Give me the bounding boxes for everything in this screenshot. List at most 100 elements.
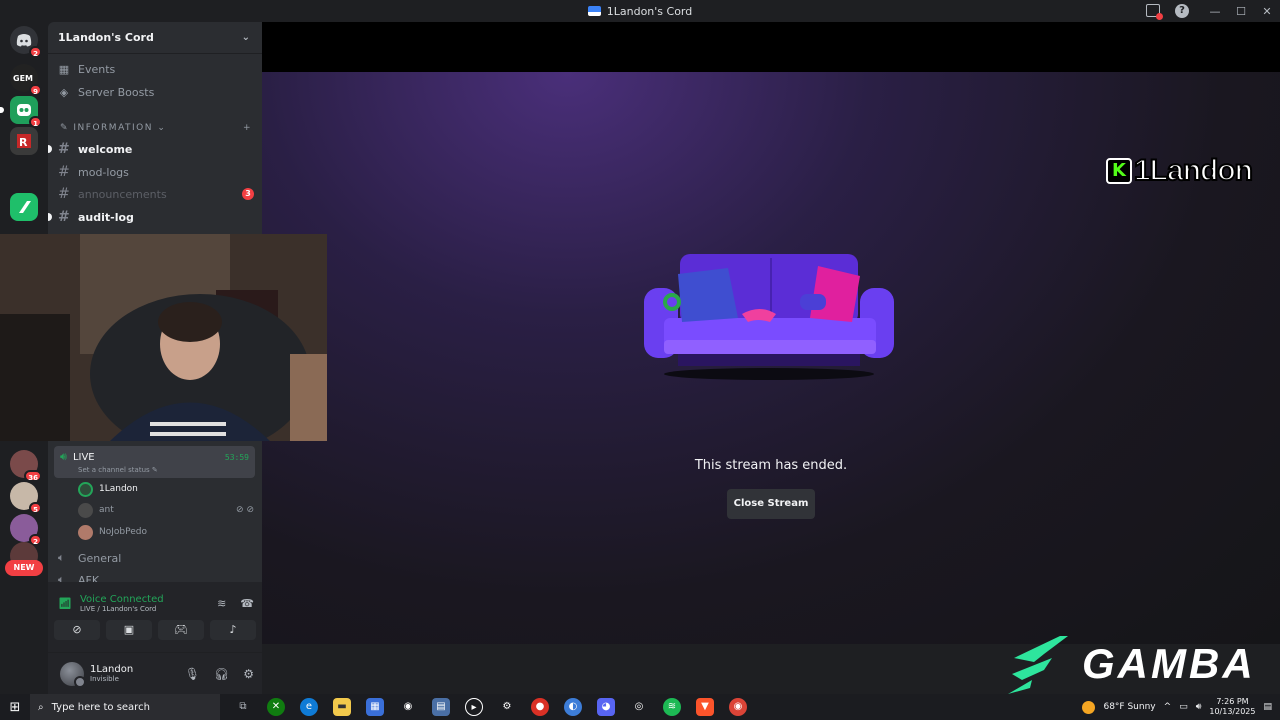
server-boosts-item[interactable]: ◈ Server Boosts xyxy=(58,86,155,99)
camera-off-icon: ⊘ xyxy=(72,623,82,636)
app-blue-icon[interactable]: ◐ xyxy=(564,698,582,716)
server-icon-bot[interactable]: 1 xyxy=(0,96,42,128)
new-badge[interactable]: NEW xyxy=(5,560,43,576)
streamer-overlay-name: 1Landon xyxy=(1133,153,1254,188)
channel-label: AFK xyxy=(78,573,100,583)
server-icon-red[interactable]: R xyxy=(10,127,38,155)
brave-icon[interactable]: ▼ xyxy=(696,698,714,716)
server-icon-user-3[interactable]: 2 xyxy=(10,514,42,546)
channel-mod-logs[interactable]: # mod-logs xyxy=(58,162,254,182)
steam-icon[interactable]: ◉ xyxy=(399,698,417,716)
minimize-icon[interactable]: — xyxy=(1202,5,1228,18)
chevron-down-icon: ⌄ xyxy=(241,32,250,43)
task-view-icon[interactable]: ⧉ xyxy=(234,698,252,716)
voice-user[interactable]: NoJobPedo xyxy=(78,523,254,541)
settings-icon[interactable]: ⚙ xyxy=(498,698,516,716)
svg-text:GEM: GEM xyxy=(13,74,33,83)
close-window-icon[interactable]: ✕ xyxy=(1254,5,1280,18)
notifications-icon[interactable]: ▤ xyxy=(1263,702,1272,712)
maximize-icon[interactable]: ☐ xyxy=(1228,5,1254,18)
voice-connected-row: 📶︎ Voice Connected LIVE / 1Landon's Cord… xyxy=(58,588,254,618)
voice-channel-afk[interactable]: 🔈︎ AFK xyxy=(58,570,254,582)
disconnect-icon[interactable]: ☎︎ xyxy=(240,597,254,610)
app-red-icon[interactable]: ● xyxy=(531,698,549,716)
voice-channel-live[interactable]: 🔊︎ LIVE 53:59 Set a channel status ✎ xyxy=(54,446,255,478)
speaker-icon: 🔊︎ xyxy=(60,450,67,463)
server-icon-gem[interactable]: GEM 9 xyxy=(10,64,42,96)
soundboard-button[interactable]: ♪ xyxy=(210,620,256,640)
chrome-icon[interactable]: ◉ xyxy=(729,698,747,716)
stream-ended-stage: K 1Landon This stream has ended. Close S… xyxy=(262,72,1280,694)
clock-date: 10/13/2025 xyxy=(1209,707,1256,716)
username[interactable]: 1Landon xyxy=(90,664,133,675)
screen-share-button[interactable]: ▣ xyxy=(106,620,152,640)
channel-welcome[interactable]: # welcome xyxy=(58,139,254,159)
channel-audit-log[interactable]: # audit-log xyxy=(58,207,254,227)
headphones-icon[interactable]: 🎧︎ xyxy=(214,667,229,681)
calendar-icon: ▦ xyxy=(58,63,70,76)
voice-user[interactable]: 1Landon xyxy=(78,480,254,498)
muted-deafened-icon: ⊘ ⊘ xyxy=(236,505,254,515)
voice-channel-label: LIVE xyxy=(72,451,95,463)
window-title-text: 1Landon's Cord xyxy=(606,4,693,18)
channel-label: welcome xyxy=(78,142,133,156)
network-icon[interactable]: ▭ xyxy=(1179,702,1188,712)
server-icon-gamba[interactable] xyxy=(10,193,38,221)
signal-icon[interactable]: 📶︎ xyxy=(58,597,72,610)
microphone-icon[interactable]: 🎙︎ xyxy=(185,667,200,681)
channel-announcements[interactable]: # announcements 3 xyxy=(58,184,254,204)
search-icon: ⌕ xyxy=(38,701,44,713)
notification-badge: 2 xyxy=(29,46,42,58)
windows-start-icon[interactable]: ⊞ xyxy=(0,700,30,715)
stream-ended-message: This stream has ended. xyxy=(694,458,848,473)
avatar[interactable] xyxy=(60,661,86,688)
xbox-icon[interactable]: ✕ xyxy=(267,698,285,716)
weather-text[interactable]: 68°F Sunny xyxy=(1103,702,1155,712)
edge-icon[interactable]: e xyxy=(300,698,318,716)
spotify-icon[interactable]: ≋ xyxy=(663,698,681,716)
close-stream-button[interactable]: Close Stream xyxy=(727,489,815,519)
channel-status-placeholder[interactable]: Set a channel status xyxy=(78,466,150,474)
voice-connected-title[interactable]: Voice Connected xyxy=(80,594,164,605)
direct-messages-icon[interactable]: 2 xyxy=(10,26,42,58)
server-header[interactable]: 1Landon's Cord ⌄ xyxy=(48,22,262,54)
voice-channel-general[interactable]: 🔈︎ General xyxy=(58,548,254,568)
calculator-icon[interactable]: ▤ xyxy=(432,698,450,716)
voice-user-name: NoJobPedo xyxy=(99,527,147,537)
mention-badge: 3 xyxy=(242,188,254,200)
inbox-icon[interactable] xyxy=(1146,4,1163,20)
media-player-icon[interactable]: ▸ xyxy=(465,698,483,716)
tray-overflow-icon[interactable]: ^ xyxy=(1164,702,1172,712)
clock-time: 7:26 PM xyxy=(1216,697,1249,706)
voice-user[interactable]: ant ⊘ ⊘ xyxy=(78,501,254,519)
avatar xyxy=(78,502,93,518)
file-explorer-icon[interactable]: ▬ xyxy=(333,698,351,716)
help-icon[interactable]: ? xyxy=(1175,4,1189,18)
camera-off-button[interactable]: ⊘ xyxy=(54,620,100,640)
speaker-icon: 🔈︎ xyxy=(58,573,65,582)
store-icon[interactable]: ▦ xyxy=(366,698,384,716)
noise-suppression-icon[interactable]: ≋ xyxy=(217,597,226,610)
server-icon-user-2[interactable]: 5 xyxy=(10,482,42,514)
events-item[interactable]: ▦ Events xyxy=(58,63,115,76)
server-icon-user-1[interactable]: 36 xyxy=(10,450,42,482)
channel-label: audit-log xyxy=(78,210,134,224)
gamba-mark-icon xyxy=(1008,636,1068,694)
category-information[interactable]: ✎ INFORMATION ⌄ + xyxy=(60,123,252,133)
weather-sunny-icon[interactable] xyxy=(1082,700,1096,714)
taskbar-clock[interactable]: 7:26 PM 10/13/2025 xyxy=(1209,697,1255,717)
gear-icon[interactable]: ⚙ xyxy=(243,667,254,681)
pencil-icon[interactable]: ✎ xyxy=(152,466,158,474)
unread-indicator xyxy=(48,213,52,221)
voice-connected-subtitle[interactable]: LIVE / 1Landon's Cord xyxy=(80,605,164,613)
channel-label: mod-logs xyxy=(78,165,129,179)
taskbar-search[interactable]: ⌕ Type here to search xyxy=(30,694,220,720)
activities-button[interactable]: 🎮︎ xyxy=(158,620,204,640)
user-panel: 📶︎ Voice Connected LIVE / 1Landon's Cord… xyxy=(48,582,262,694)
add-channel-icon[interactable]: + xyxy=(243,123,252,133)
server-flag-icon xyxy=(587,6,601,16)
obs-icon[interactable]: ◎ xyxy=(630,698,648,716)
hashtag-icon: # xyxy=(58,186,70,202)
discord-taskbar-icon[interactable]: ◕ xyxy=(597,698,615,716)
volume-icon[interactable]: 🔊︎ xyxy=(1196,702,1202,712)
